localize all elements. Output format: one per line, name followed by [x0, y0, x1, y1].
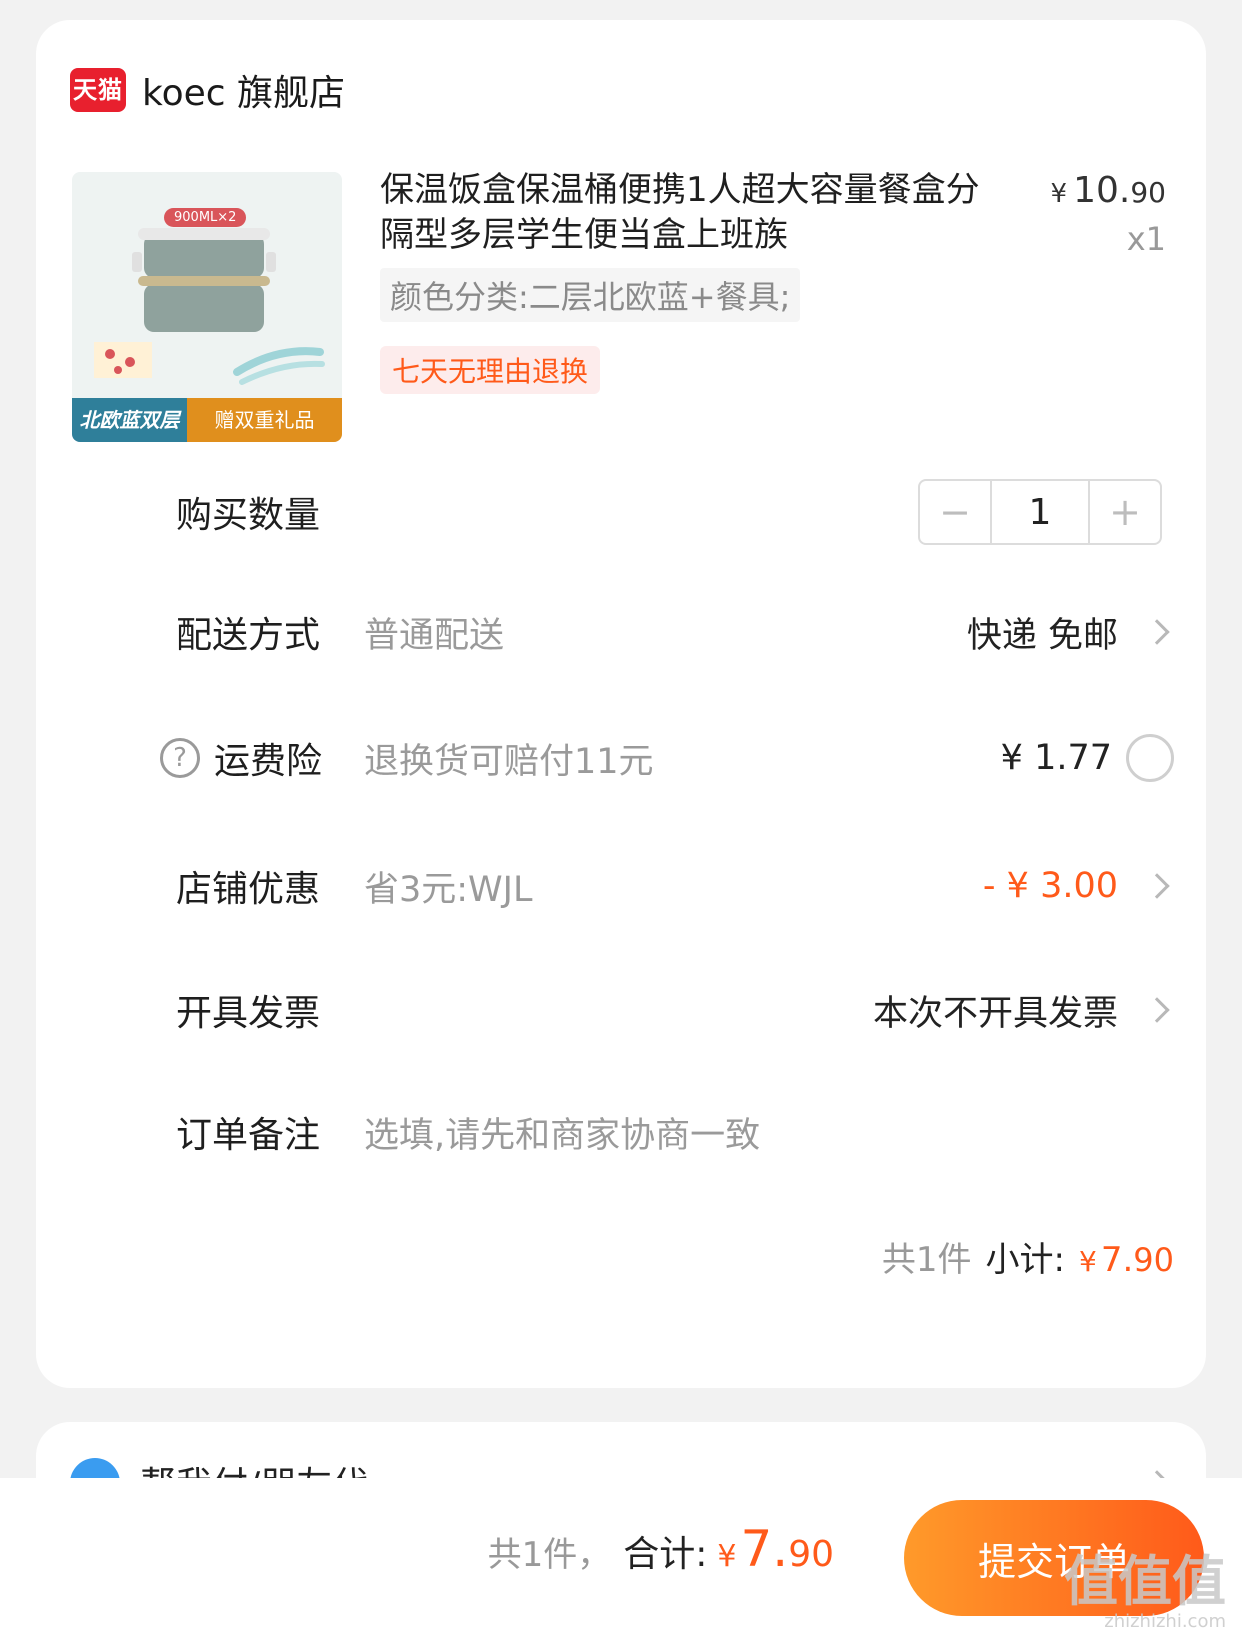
chevron-right-icon	[1144, 619, 1170, 645]
remark-row: 订单备注 选填,请先和商家协商一致	[36, 1092, 1206, 1172]
remark-label: 订单备注	[176, 1115, 321, 1156]
tmall-logo-icon: 天猫	[70, 68, 126, 112]
delivery-row[interactable]: 配送方式 普通配送 快递 免邮	[36, 592, 1206, 672]
chevron-right-icon	[1144, 997, 1170, 1023]
price-currency: ¥	[1050, 179, 1068, 209]
service-tag: 七天无理由退换	[380, 346, 601, 394]
total-amount: ¥7.90	[717, 1520, 834, 1578]
capacity-pill: 900ML×2	[164, 208, 247, 227]
watermark-sub: zhizhizhi.com	[1104, 1611, 1226, 1632]
bottom-bar: 共1件， 合计: ¥7.90 提交订单 值值值 zhizhizhi.com	[0, 1478, 1242, 1642]
minus-button[interactable]: −	[920, 481, 990, 543]
total-line: 共1件， 合计: ¥7.90	[488, 1520, 834, 1578]
delivery-right: 快递 免邮	[966, 615, 1118, 656]
product-title[interactable]: 保温饭盒保温桶便携1人超大容量餐盒分隔型多层学生便当盒上班族	[380, 168, 1000, 258]
total-currency: ¥	[717, 1539, 737, 1574]
quantity-row: 购买数量 − 1 +	[36, 472, 1206, 552]
subtotal-cents: 90	[1133, 1241, 1174, 1279]
total-cents: 90	[788, 1534, 834, 1575]
watermark: 值值值 zhizhizhi.com	[1064, 1550, 1226, 1633]
order-card: 天猫 koec 旗舰店 900ML×2 北欧蓝双层 赠双重礼品 保温饭盒保温桶便…	[36, 20, 1206, 1388]
plus-button[interactable]: +	[1090, 481, 1160, 543]
band-left-label: 北欧蓝双层	[72, 398, 187, 442]
quantity-label: 购买数量	[176, 495, 321, 536]
watermark-main: 值值值	[1064, 1550, 1226, 1613]
band-right-label: 赠双重礼品	[187, 398, 342, 442]
insurance-price: ¥ 1.77	[1000, 738, 1112, 778]
quantity-stepper[interactable]: − 1 +	[918, 479, 1162, 545]
chevron-right-icon	[1144, 873, 1170, 899]
subtotal-label: 小计:	[985, 1240, 1065, 1280]
shop-name[interactable]: koec 旗舰店	[142, 64, 345, 116]
remark-input[interactable]: 选填,请先和商家协商一致	[364, 1107, 760, 1158]
shop-header[interactable]: 天猫 koec 旗舰店	[70, 64, 345, 116]
store-discount-amount: - ¥ 3.00	[982, 866, 1118, 906]
subtotal-currency: ¥	[1079, 1245, 1097, 1278]
invoice-row[interactable]: 开具发票 本次不开具发票	[36, 970, 1206, 1050]
price-main: 10.	[1073, 170, 1131, 211]
store-discount-row[interactable]: 店铺优惠 省3元:WJL - ¥ 3.00	[36, 846, 1206, 926]
product-qty: x1	[1126, 220, 1166, 258]
total-label: 合计:	[623, 1534, 708, 1575]
subtotal-count: 共1件	[881, 1240, 972, 1280]
subtotal-main: 7.	[1100, 1240, 1134, 1280]
store-discount-label: 店铺优惠	[176, 869, 321, 910]
delivery-label: 配送方式	[176, 615, 321, 656]
insurance-label: 运费险	[214, 741, 323, 782]
help-icon[interactable]: ?	[160, 738, 200, 778]
insurance-value: 退换货可赔付11元	[364, 741, 654, 782]
store-discount-value: 省3元:WJL	[364, 869, 533, 910]
delivery-value: 普通配送	[364, 615, 505, 656]
spec-tag[interactable]: 颜色分类:二层北欧蓝+餐具;	[380, 268, 801, 322]
invoice-right: 本次不开具发票	[872, 993, 1118, 1034]
insurance-row: ? 运费险 退换货可赔付11元 ¥ 1.77	[36, 718, 1206, 798]
total-count: 共1件，	[487, 1535, 612, 1575]
image-bottom-band: 北欧蓝双层 赠双重礼品	[72, 398, 342, 442]
invoice-label: 开具发票	[176, 993, 321, 1034]
quantity-value[interactable]: 1	[990, 481, 1090, 543]
subtotal: 共1件 小计: ¥7.90	[882, 1232, 1174, 1281]
product-image[interactable]: 900ML×2 北欧蓝双层 赠双重礼品	[72, 172, 342, 442]
insurance-radio-icon[interactable]	[1126, 734, 1174, 782]
subtotal-amount: ¥7.90	[1079, 1240, 1174, 1280]
price-cents: 90	[1130, 176, 1166, 209]
product-price: ¥10.90	[1051, 170, 1166, 211]
total-main: 7.	[740, 1520, 789, 1578]
